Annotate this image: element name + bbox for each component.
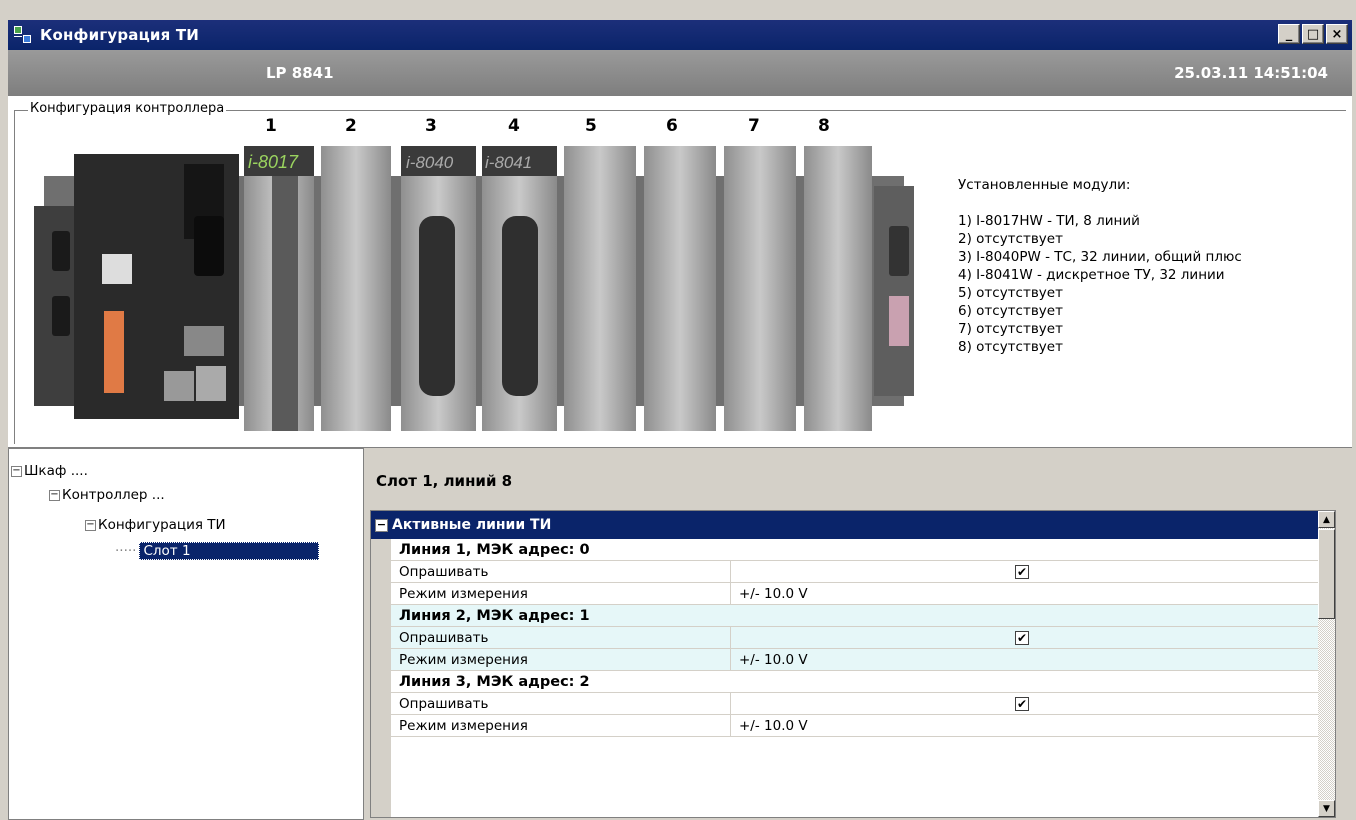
- property-value[interactable]: ✔: [731, 561, 1323, 582]
- property-name: Режим измерения: [391, 715, 731, 736]
- installed-modules-list: Установленные модули: 1) I-8017HW - ТИ, …: [958, 176, 1242, 356]
- category-label: Активные линии ТИ: [392, 517, 552, 533]
- property-grid: − Активные линии ТИ Линия 1, МЭК адрес: …: [370, 510, 1336, 818]
- module-item-3: 3) I-8040PW - ТС, 32 линии, общий плюс: [958, 249, 1242, 265]
- scroll-down-button[interactable]: ▼: [1318, 800, 1335, 817]
- property-row-mode[interactable]: Режим измерения +/- 10.0 V: [391, 649, 1323, 671]
- tree-label: Контроллер ...: [62, 487, 165, 503]
- collapse-toggle-icon[interactable]: −: [375, 518, 388, 532]
- checkbox[interactable]: ✔: [1015, 696, 1029, 711]
- slot-number-8: 8: [818, 116, 830, 136]
- property-name: Режим измерения: [391, 649, 731, 670]
- slot-module-8: [804, 146, 872, 431]
- slot-module-6: [644, 146, 716, 431]
- controller-config-panel: Конфигурация контроллера 1 2 3 4 5 6 7 8: [8, 96, 1352, 448]
- property-row-mode[interactable]: Режим измерения +/- 10.0 V: [391, 583, 1323, 605]
- window-title: Конфигурация ТИ: [40, 26, 200, 44]
- checkbox[interactable]: ✔: [1015, 564, 1029, 579]
- module-item-4: 4) I-8041W - дискретное ТУ, 32 линии: [958, 267, 1225, 283]
- collapse-toggle-icon[interactable]: −: [11, 465, 22, 477]
- property-value[interactable]: +/- 10.0 V: [731, 649, 1323, 670]
- maximize-button[interactable]: □: [1302, 24, 1324, 44]
- module-item-8: 8) отсутствует: [958, 339, 1063, 355]
- line-header-2: Линия 2, МЭК адрес: 1: [391, 605, 1323, 627]
- property-name: Опрашивать: [391, 627, 731, 648]
- slot-number-5: 5: [585, 116, 597, 136]
- property-value[interactable]: ✔: [731, 627, 1323, 648]
- app-icon: [14, 25, 34, 45]
- device-name: LP 8841: [266, 64, 334, 82]
- line-header-3: Линия 3, МЭК адрес: 2: [391, 671, 1323, 693]
- tree-view: − Шкаф .... − Контроллер ... − Конфигура…: [8, 448, 364, 820]
- slot-number-6: 6: [666, 116, 678, 136]
- property-row-poll[interactable]: Опрашивать ✔: [391, 693, 1323, 715]
- slot-number-7: 7: [748, 116, 760, 136]
- status-header: LP 8841 25.03.11 14:51:04: [8, 50, 1352, 96]
- collapse-toggle-icon[interactable]: −: [49, 489, 60, 501]
- vertical-scrollbar[interactable]: ▲ ▼: [1318, 511, 1335, 817]
- line-header-label: Линия 2, МЭК адрес: 1: [399, 607, 590, 624]
- property-row-poll[interactable]: Опрашивать ✔: [391, 561, 1323, 583]
- title-bar[interactable]: Конфигурация ТИ _ □ ×: [8, 20, 1352, 50]
- tree-label: Конфигурация ТИ: [98, 517, 226, 533]
- property-row-poll[interactable]: Опрашивать ✔: [391, 627, 1323, 649]
- details-panel: Слот 1, линий 8 − Активные линии ТИ Лини…: [366, 448, 1356, 820]
- slot-module-1: [244, 146, 314, 431]
- group-legend: Конфигурация контроллера: [28, 101, 227, 116]
- collapse-toggle-icon[interactable]: −: [85, 519, 96, 531]
- module-item-2: 2) отсутствует: [958, 231, 1063, 247]
- tree-node-slot-1[interactable]: ····· Слот 1: [115, 541, 320, 561]
- datetime: 25.03.11 14:51:04: [1174, 64, 1328, 82]
- slot-module-7: [724, 146, 796, 431]
- slot-number-2: 2: [345, 116, 357, 136]
- slot-number-1: 1: [265, 116, 277, 136]
- tree-label: Шкаф ....: [24, 463, 88, 479]
- modules-title: Установленные модули:: [958, 177, 1131, 193]
- module-item-1: 1) I-8017HW - ТИ, 8 линий: [958, 213, 1140, 229]
- tree-connector-icon: ·····: [115, 543, 137, 559]
- property-value[interactable]: +/- 10.0 V: [731, 583, 1323, 604]
- grid-gutter: [371, 539, 391, 817]
- slot-number-4: 4: [508, 116, 520, 136]
- property-value[interactable]: ✔: [731, 693, 1323, 714]
- property-name: Опрашивать: [391, 561, 731, 582]
- property-name: Опрашивать: [391, 693, 731, 714]
- checkbox[interactable]: ✔: [1015, 630, 1029, 645]
- scroll-up-button[interactable]: ▲: [1318, 511, 1335, 528]
- module-item-6: 6) отсутствует: [958, 303, 1063, 319]
- controller-rack-image: i-8017 i-8040 i-8041: [34, 146, 914, 431]
- property-value[interactable]: +/- 10.0 V: [731, 715, 1323, 736]
- scroll-thumb[interactable]: [1318, 529, 1335, 619]
- slot-module-2: [321, 146, 391, 431]
- line-header-label: Линия 1, МЭК адрес: 0: [399, 541, 590, 558]
- module-item-7: 7) отсутствует: [958, 321, 1063, 337]
- line-header-1: Линия 1, МЭК адрес: 0: [391, 539, 1323, 561]
- slot-number-3: 3: [425, 116, 437, 136]
- tree-label-selected: Слот 1: [139, 542, 320, 560]
- module-item-5: 5) отсутствует: [958, 285, 1063, 301]
- tree-node-cabinet[interactable]: − Шкаф ....: [11, 461, 88, 481]
- module-badge-i8041: i-8041: [485, 153, 532, 172]
- property-name: Режим измерения: [391, 583, 731, 604]
- line-header-label: Линия 3, МЭК адрес: 2: [399, 673, 590, 690]
- close-button[interactable]: ×: [1326, 24, 1348, 44]
- minimize-button[interactable]: _: [1278, 24, 1300, 44]
- slot-module-5: [564, 146, 636, 431]
- category-row-active-lines[interactable]: − Активные линии ТИ: [371, 511, 1323, 539]
- main-window: Конфигурация ТИ _ □ × LP 8841 25.03.11 1…: [0, 0, 1356, 820]
- slot-module-3: [401, 146, 476, 431]
- module-badge-i8017: i-8017: [248, 152, 299, 172]
- slot-header: Слот 1, линий 8: [376, 472, 513, 490]
- property-row-mode[interactable]: Режим измерения +/- 10.0 V: [391, 715, 1323, 737]
- slot-module-4: [482, 146, 557, 431]
- tree-node-controller[interactable]: − Контроллер ...: [49, 485, 165, 505]
- tree-node-ti-config[interactable]: − Конфигурация ТИ: [85, 515, 226, 535]
- window-controls: _ □ ×: [1278, 24, 1348, 44]
- module-badge-i8040: i-8040: [406, 153, 454, 172]
